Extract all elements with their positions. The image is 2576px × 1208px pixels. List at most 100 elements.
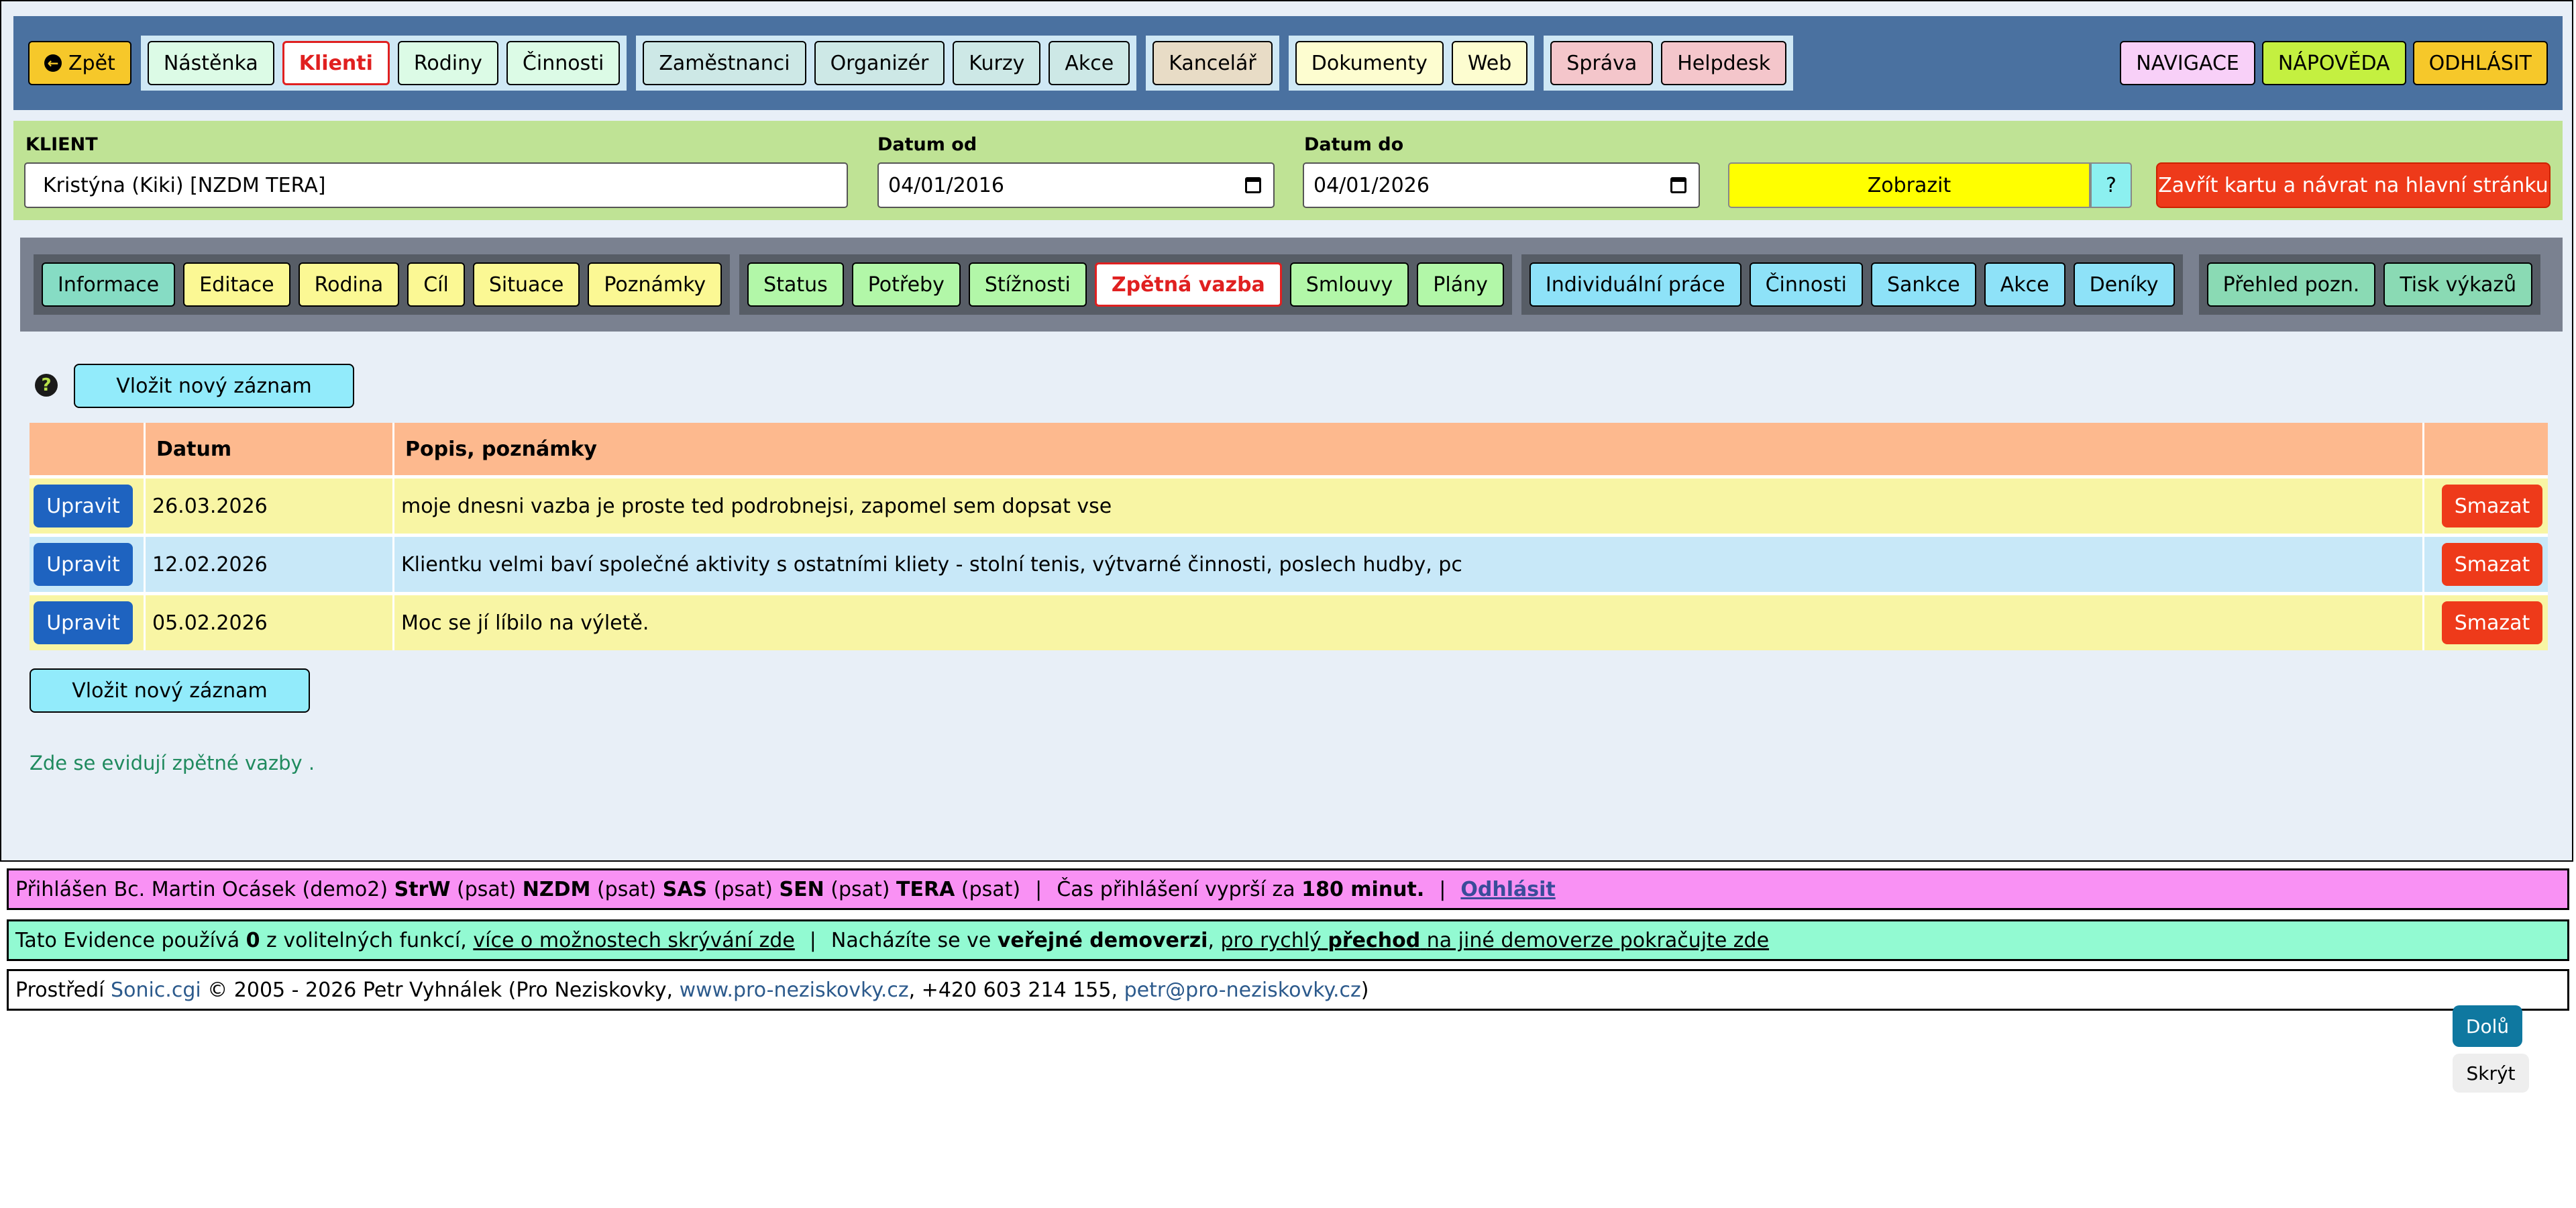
service-permission: (psat) [961, 877, 1021, 901]
row-description: Moc se jí líbilo na výletě. [393, 592, 2424, 650]
email-link[interactable]: petr@pro-neziskovky.cz [1124, 978, 1361, 1002]
date-to-label: Datum do [1304, 134, 1404, 155]
edit-button[interactable]: Upravit [34, 543, 133, 586]
date-from-field[interactable]: 04/01/2016 [877, 162, 1275, 208]
tab-prehled-pozn[interactable]: Přehled pozn. [2206, 262, 2376, 307]
arrow-left-circle-icon: ← [44, 54, 62, 72]
tab-akce[interactable]: Akce [1984, 262, 2065, 307]
client-value: Kristýna (Kiki) [NZDM TERA] [43, 173, 326, 197]
copyright-bar: Prostředí Sonic.cgi © 2005 - 2026 Petr V… [7, 969, 2569, 1011]
nav-organizer[interactable]: Organizér [814, 41, 945, 85]
tab-sankce[interactable]: Sankce [1870, 262, 1976, 307]
nav-akce[interactable]: Akce [1049, 41, 1130, 85]
tab-group-basic: Informace Editace Rodina Cíl Situace Poz… [34, 254, 731, 315]
tab-plany[interactable]: Plány [1417, 262, 1504, 307]
nav-group-staff: Zaměstnanci Organizér Kurzy Akce [636, 36, 1137, 91]
service-permission: (psat) [596, 877, 657, 901]
show-button[interactable]: Zobrazit [1728, 162, 2090, 208]
service-permission: (psat) [830, 877, 890, 901]
service-sas: SAS [662, 877, 708, 901]
delete-button[interactable]: Smazat [2442, 543, 2542, 586]
demo-switch-bold: přechod [1328, 928, 1421, 952]
nav-klienti[interactable]: Klienti [282, 41, 390, 85]
edit-button[interactable]: Upravit [34, 601, 133, 644]
tab-cinnosti[interactable]: Činnosti [1749, 262, 1863, 307]
table-header-row: Datum Popis, poznámky [30, 423, 2548, 477]
row-date: 26.03.2026 [144, 475, 394, 536]
demo-text: Nacházíte se ve [830, 928, 991, 952]
navigation-button[interactable]: NAVIGACE [2120, 41, 2255, 85]
client-tabs: Informace Editace Rodina Cíl Situace Poz… [20, 238, 2563, 332]
copyright-text: Prostředí [15, 978, 105, 1002]
new-record-button-top[interactable]: Vložit nový záznam [74, 364, 354, 408]
features-info-bar: Tato Evidence používá 0 z volitelných fu… [7, 919, 2569, 961]
tab-informace[interactable]: Informace [42, 262, 176, 307]
scroll-down-button[interactable]: Dolů [2453, 1005, 2522, 1047]
tab-potreby[interactable]: Potřeby [851, 262, 961, 307]
tab-smlouvy[interactable]: Smlouvy [1289, 262, 1409, 307]
hiding-options-link[interactable]: více o možnostech skrývání zde [473, 929, 794, 952]
demo-switch-link[interactable]: pro rychlý přechod na jiné demoverze pok… [1221, 929, 1770, 952]
demo-switch-text: na jiné demoverze pokračujte zde [1426, 928, 1770, 952]
tab-zpetna-vazba[interactable]: Zpětná vazba [1094, 262, 1282, 307]
nav-group-admin: Správa Helpdesk [1544, 36, 1794, 91]
tab-editace[interactable]: Editace [183, 262, 290, 307]
tab-cil[interactable]: Cíl [407, 262, 465, 307]
tab-poznamky[interactable]: Poznámky [588, 262, 722, 307]
demo-switch-text: pro rychlý [1220, 928, 1322, 952]
help-button[interactable]: NÁPOVĚDA [2261, 41, 2406, 85]
login-status-bar: Přihlášen Bc. Martin Ocásek (demo2) StrW… [7, 868, 2569, 910]
filter-help-button[interactable]: ? [2090, 162, 2132, 208]
tab-group-reports: Přehled pozn. Tisk výkazů [2198, 254, 2541, 315]
nav-nastenka[interactable]: Nástěnka [147, 41, 274, 85]
tab-group-status: Status Potřeby Stížnosti Zpětná vazba Sm… [739, 254, 1512, 315]
nav-right-group: NAVIGACE NÁPOVĚDA ODHLÁSIT [2120, 41, 2548, 85]
footer-logout-link[interactable]: Odhlásit [1460, 878, 1555, 901]
tab-individualni-prace[interactable]: Individuální práce [1529, 262, 1741, 307]
tab-situace[interactable]: Situace [472, 262, 580, 307]
nav-web[interactable]: Web [1451, 41, 1528, 85]
tab-rodina[interactable]: Rodina [298, 262, 400, 307]
question-circle-icon[interactable]: ? [35, 374, 58, 397]
features-text: Tato Evidence používá [15, 928, 240, 952]
calendar-icon[interactable] [1670, 177, 1686, 193]
tab-tisk-vykazu[interactable]: Tisk výkazů [2383, 262, 2533, 307]
nav-dokumenty[interactable]: Dokumenty [1295, 41, 1444, 85]
nav-sprava[interactable]: Správa [1550, 41, 1654, 85]
nav-helpdesk[interactable]: Helpdesk [1661, 41, 1787, 85]
delete-button[interactable]: Smazat [2442, 601, 2542, 644]
client-field[interactable]: Kristýna (Kiki) [NZDM TERA] [24, 162, 848, 208]
nav-cinnosti[interactable]: Činnosti [506, 41, 621, 85]
date-from-value: 04/01/2016 [888, 173, 1004, 197]
nav-kurzy[interactable]: Kurzy [953, 41, 1041, 85]
row-description: Klientku velmi baví společné aktivity s … [393, 534, 2424, 594]
session-timeout-label: Čas přihlášení vyprší za [1057, 877, 1295, 901]
logout-button[interactable]: ODHLÁSIT [2412, 41, 2548, 85]
row-date: 05.02.2026 [144, 592, 394, 650]
tab-status[interactable]: Status [747, 262, 844, 307]
nav-zamestnanci[interactable]: Zaměstnanci [643, 41, 806, 85]
nav-kancelar[interactable]: Kancelář [1152, 41, 1273, 85]
sonic-link[interactable]: Sonic.cgi [111, 978, 201, 1002]
calendar-icon[interactable] [1245, 177, 1261, 193]
hide-button[interactable]: Skrýt [2453, 1054, 2529, 1093]
nav-rodiny[interactable]: Rodiny [397, 41, 498, 85]
app-window: ← Zpět Nástěnka Klienti Rodiny Činnosti … [0, 0, 2573, 862]
delete-button[interactable]: Smazat [2442, 485, 2542, 527]
column-header-description: Popis, poznámky [393, 423, 2424, 477]
back-button[interactable]: ← Zpět [28, 41, 131, 85]
service-strw: StrW [394, 877, 451, 901]
service-sen: SEN [779, 877, 824, 901]
features-count: 0 [246, 928, 260, 952]
column-header-date: Datum [144, 423, 394, 477]
date-to-field[interactable]: 04/01/2026 [1303, 162, 1700, 208]
tab-deniky[interactable]: Deníky [2073, 262, 2175, 307]
close-card-button[interactable]: Zavřít kartu a návrat na hlavní stránku [2156, 162, 2551, 208]
website-link[interactable]: www.pro-neziskovky.cz [680, 978, 909, 1002]
edit-button[interactable]: Upravit [34, 485, 133, 527]
date-to-value: 04/01/2026 [1313, 173, 1430, 197]
tab-stiznosti[interactable]: Stížnosti [968, 262, 1087, 307]
nav-group-clients: Nástěnka Klienti Rodiny Činnosti [140, 36, 627, 91]
copyright-text: ) [1360, 978, 1369, 1002]
new-record-button-bottom[interactable]: Vložit nový záznam [30, 668, 310, 713]
